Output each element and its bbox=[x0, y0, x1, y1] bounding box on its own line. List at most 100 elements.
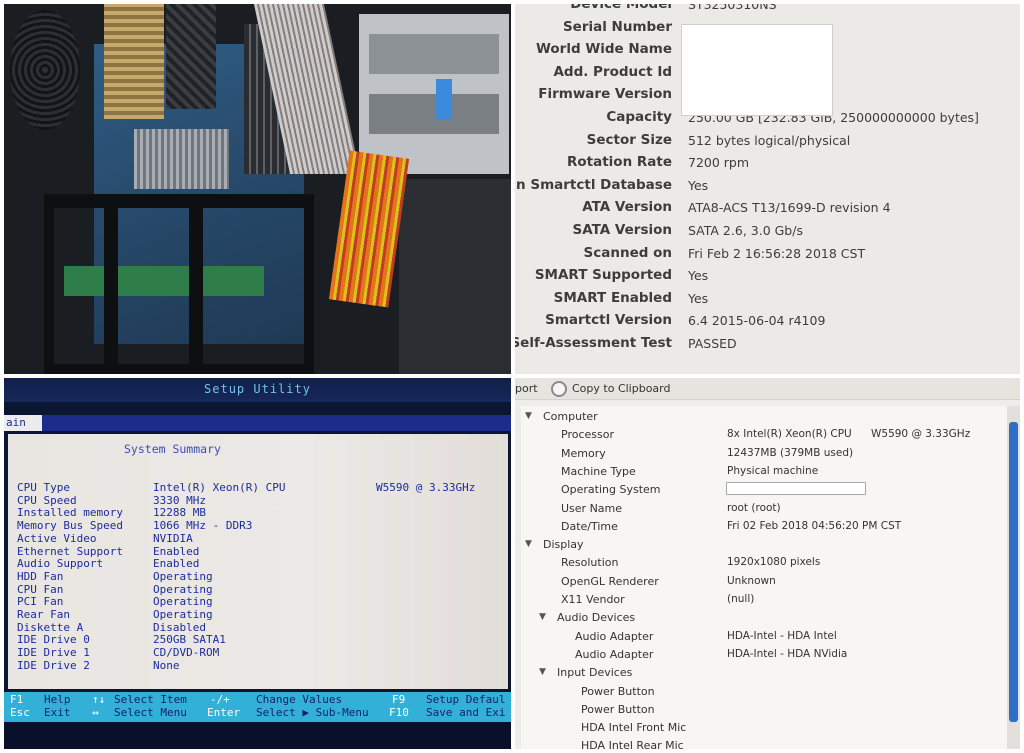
copy-to-clipboard-button[interactable]: Copy to Clipboard bbox=[572, 382, 670, 395]
toolbar-report-button[interactable]: port bbox=[515, 382, 538, 395]
smart-row-value: Yes bbox=[688, 177, 709, 193]
smart-row-value: ATA8-ACS T13/1699-D revision 4 bbox=[688, 200, 891, 216]
bios-row-value: Disabled bbox=[153, 620, 206, 634]
tree-item[interactable]: HDA Intel Rear Mic bbox=[521, 738, 1007, 749]
smart-row: SMART Enabled Yes bbox=[515, 290, 1020, 312]
key-plusminus: -/+ bbox=[210, 693, 230, 706]
tree-item[interactable]: Processor 8x Intel(R) Xeon(R) CPU W5590 @ … bbox=[521, 427, 1007, 445]
tree-group[interactable]: ▼ Computer bbox=[521, 409, 1007, 427]
tree-item[interactable]: Memory 12437MB (379MB used) bbox=[521, 446, 1007, 464]
smart-row-label: Sector Size bbox=[586, 131, 672, 148]
expand-arrow-icon[interactable]: ▼ bbox=[525, 411, 532, 421]
tree-item-label: Computer bbox=[543, 410, 598, 423]
clipboard-icon[interactable] bbox=[551, 381, 567, 397]
key-esc: Esc bbox=[10, 706, 30, 719]
smart-row-label: Rotation Rate bbox=[566, 154, 672, 171]
tree-group[interactable]: ▼ Audio Devices bbox=[521, 610, 1007, 628]
bios-summary-row: CPU Type Intel(R) Xeon(R) CPU W5590 @ 3.33… bbox=[8, 481, 508, 494]
bios-row-label: IDE Drive 2 bbox=[17, 658, 90, 672]
smart-row-label: Scanned on bbox=[583, 244, 672, 261]
bios-menu-main-label: ain bbox=[6, 416, 26, 429]
key-f1: F1 bbox=[10, 693, 24, 706]
tree-item[interactable]: X11 Vendor (null) bbox=[521, 592, 1007, 610]
bios-row-value: 3330 MHz bbox=[153, 493, 206, 507]
bios-section-heading: System Summary bbox=[124, 442, 221, 456]
key-leftright: ↔ bbox=[92, 706, 99, 719]
tree-item[interactable]: Machine Type Physical machine bbox=[521, 464, 1007, 482]
bios-key-help-bar: F1 Help ↑↓ Select Item -/+ Change Values… bbox=[4, 692, 511, 722]
tree-item[interactable]: Date/Time Fri 02 Feb 2018 04:56:20 PM CST bbox=[521, 519, 1007, 537]
bios-row-value: 250GB SATA1 bbox=[153, 633, 226, 647]
tree-item-label: Audio Adapter bbox=[575, 629, 654, 643]
smart-info-panel: Device Model ST3250310NS Serial Number Worl… bbox=[515, 4, 1020, 374]
bios-row-label: IDE Drive 1 bbox=[17, 646, 90, 660]
smart-row-label: Device Model bbox=[570, 4, 672, 12]
tree-item[interactable]: Resolution 1920x1080 pixels bbox=[521, 555, 1007, 573]
tree-item-label: OpenGL Renderer bbox=[561, 574, 659, 588]
smart-row-label: ATA Version bbox=[582, 199, 672, 216]
bios-row-label: Rear Fan bbox=[17, 608, 70, 621]
tree-item-extra: W5590 @ 3.33GHz bbox=[871, 428, 971, 441]
bios-row-label: CPU Fan bbox=[17, 582, 64, 596]
bios-row-value: None bbox=[153, 658, 180, 672]
bios-row-label: Audio Support bbox=[17, 557, 104, 571]
bios-summary-row: Ethernet Support Enabled bbox=[8, 545, 508, 558]
bios-row-label: IDE Drive 0 bbox=[17, 633, 90, 647]
smart-row-value: 6.4 2015-06-04 r4109 bbox=[688, 313, 826, 329]
tree-item-value: root (root) bbox=[727, 501, 781, 514]
smart-row-label: Serial Number bbox=[562, 18, 672, 35]
expand-arrow-icon[interactable]: ▼ bbox=[539, 612, 546, 622]
bios-row-label: CPU Type bbox=[17, 481, 70, 494]
key-esc-desc: Exit bbox=[44, 706, 71, 719]
tree-item[interactable]: Audio Adapter HDA-Intel - HDA NVidia bbox=[521, 647, 1007, 665]
heatsink-image bbox=[134, 129, 229, 189]
bios-summary-row: Memory Bus Speed 1066 MHz - DDR3 bbox=[8, 519, 508, 532]
bios-menu-main[interactable]: ain bbox=[4, 415, 42, 431]
bios-summary-row: Installed memory 12288 MB bbox=[8, 506, 508, 519]
scrollbar-thumb[interactable] bbox=[1009, 422, 1018, 722]
tree-item[interactable]: Operating System bbox=[521, 482, 1007, 500]
tree-item-label: Machine Type bbox=[561, 464, 636, 478]
bios-summary-row: IDE Drive 1 CD/DVD-ROM bbox=[8, 646, 508, 659]
tree-group[interactable]: ▼ Input Devices bbox=[521, 665, 1007, 683]
bios-row-extra: W5590 @ 3.33GHz bbox=[376, 481, 476, 494]
key-enter-desc: Select ▶ Sub-Menu bbox=[256, 706, 369, 719]
tree-item-value: HDA-Intel - HDA Intel bbox=[727, 629, 837, 642]
bios-row-value: 1066 MHz - DDR3 bbox=[153, 519, 253, 533]
tree-group[interactable]: ▼ Display bbox=[521, 537, 1007, 555]
bios-row-label: CPU Speed bbox=[17, 493, 77, 507]
bios-row-value: NVIDIA bbox=[153, 531, 193, 545]
bios-row-value: Enabled bbox=[153, 544, 200, 558]
bios-row-label: Diskette A bbox=[17, 620, 84, 634]
smart-row-label: Capacity bbox=[606, 109, 672, 125]
hardware-photo bbox=[4, 4, 511, 374]
sata-cable-clip-image bbox=[436, 79, 452, 119]
smart-row-value: 512 bytes logical/physical bbox=[688, 132, 851, 148]
tree-item[interactable]: HDA Intel Front Mic bbox=[521, 720, 1007, 738]
expand-arrow-icon[interactable]: ▼ bbox=[539, 667, 546, 677]
bios-summary-row: CPU Fan Operating bbox=[8, 583, 508, 596]
expand-arrow-icon[interactable]: ▼ bbox=[525, 539, 532, 549]
key-enter: Enter bbox=[207, 706, 241, 719]
card-retention-bar bbox=[189, 194, 203, 374]
tree-item[interactable]: OpenGL Renderer Unknown bbox=[521, 574, 1007, 592]
card-retention-frame-image bbox=[44, 194, 314, 374]
bios-row-value: Operating bbox=[153, 608, 213, 621]
smart-row-label: SMART Supported bbox=[534, 267, 672, 284]
bios-summary-body: System Summary CPU Type Intel(R) Xeon(R) … bbox=[8, 434, 508, 689]
smart-row: SMART Supported Yes bbox=[515, 267, 1020, 289]
tree-item[interactable]: Power Button bbox=[521, 702, 1007, 720]
tree-item[interactable]: Power Button bbox=[521, 684, 1007, 702]
key-updown: ↑↓ bbox=[92, 693, 106, 706]
bios-summary-row: PCI Fan Operating bbox=[8, 595, 508, 608]
smart-row: Smartctl Version 6.4 2015-06-04 r4109 bbox=[515, 312, 1020, 334]
smart-row-label: World Wide Name bbox=[535, 41, 672, 58]
drive-bay-slot bbox=[369, 94, 499, 134]
cpu-cooler-image bbox=[104, 4, 164, 119]
bios-summary-row: IDE Drive 2 None bbox=[8, 659, 508, 672]
tree-item[interactable]: User Name root (root) bbox=[521, 501, 1007, 519]
tree-item[interactable]: Audio Adapter HDA-Intel - HDA Intel bbox=[521, 629, 1007, 647]
bios-menu-bar[interactable]: ain bbox=[4, 415, 511, 431]
bios-row-value: Intel(R) Xeon(R) CPU bbox=[153, 481, 286, 494]
tree-item-value: Unknown bbox=[727, 574, 776, 587]
